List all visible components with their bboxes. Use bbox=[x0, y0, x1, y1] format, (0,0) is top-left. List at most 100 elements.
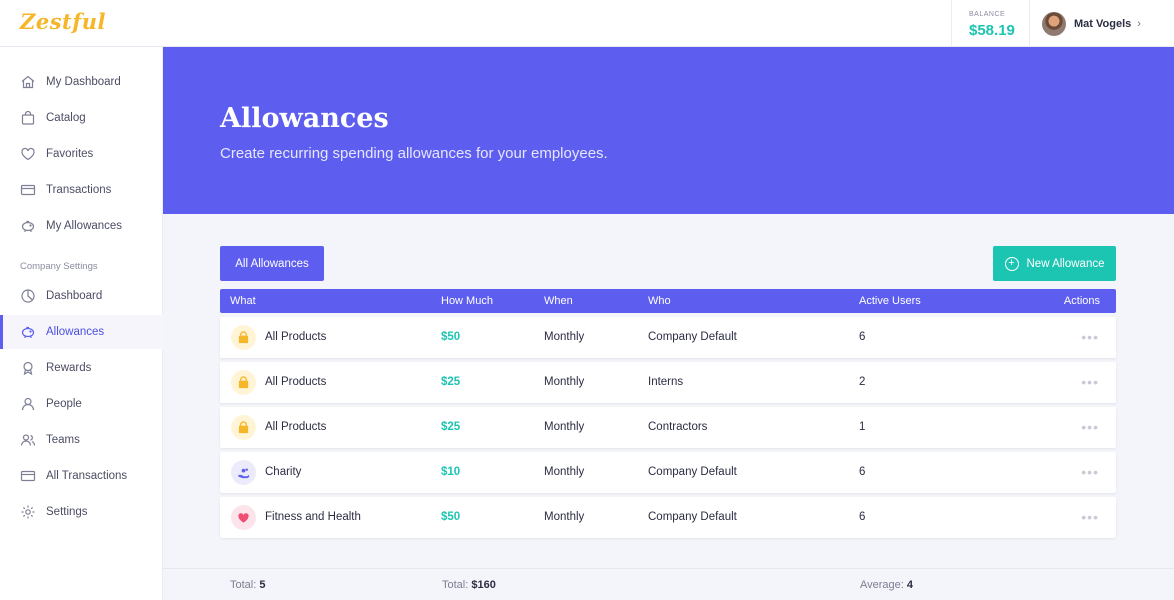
sidebar-item-settings[interactable]: Settings bbox=[0, 495, 163, 529]
shopping-bag-icon bbox=[231, 325, 256, 350]
sidebar-item-label: My Dashboard bbox=[46, 76, 121, 88]
app-logo[interactable]: Zestful bbox=[20, 9, 106, 34]
gear-icon bbox=[20, 504, 36, 520]
sidebar-item-label: Settings bbox=[46, 506, 88, 518]
table-header: What How Much When Who Active Users Acti… bbox=[220, 289, 1116, 313]
heart-icon bbox=[20, 146, 36, 162]
cell-what: Fitness and Health bbox=[265, 511, 361, 523]
more-actions-icon[interactable]: ••• bbox=[1081, 374, 1099, 390]
plus-circle-icon: + bbox=[1004, 256, 1019, 271]
heart-icon bbox=[231, 505, 256, 530]
more-actions-icon[interactable]: ••• bbox=[1081, 329, 1099, 345]
column-header-active-users[interactable]: Active Users bbox=[859, 295, 921, 307]
sidebar-item-rewards[interactable]: Rewards bbox=[0, 351, 163, 385]
cell-when: Monthly bbox=[544, 466, 585, 478]
card-icon bbox=[20, 468, 36, 484]
cell-what: All Products bbox=[265, 331, 327, 343]
sidebar-item-label: Catalog bbox=[46, 112, 86, 124]
cell-when: Monthly bbox=[544, 511, 585, 523]
column-header-actions: Actions bbox=[1063, 295, 1100, 307]
user-name[interactable]: Mat Vogels bbox=[1074, 18, 1131, 30]
table-row[interactable]: Fitness and Health $50 Monthly Company D… bbox=[220, 497, 1116, 538]
cell-active-users: 6 bbox=[859, 466, 866, 478]
table-row[interactable]: Charity $10 Monthly Company Default 6 ••… bbox=[220, 452, 1116, 493]
sidebar-item-allowances[interactable]: Allowances bbox=[0, 315, 163, 349]
sidebar-item-label: Transactions bbox=[46, 184, 112, 196]
sidebar-item-people[interactable]: People bbox=[0, 387, 163, 421]
footer-total-value: 5 bbox=[259, 579, 266, 591]
award-icon bbox=[20, 360, 36, 376]
cell-active-users: 6 bbox=[859, 511, 866, 523]
cell-who: Interns bbox=[648, 376, 684, 388]
footer-average-label: Average: bbox=[860, 579, 904, 591]
more-actions-icon[interactable]: ••• bbox=[1081, 509, 1099, 525]
cell-active-users: 1 bbox=[859, 421, 866, 433]
footer-average-value: 4 bbox=[906, 579, 914, 591]
footer-total-label: Total: bbox=[230, 579, 257, 591]
more-actions-icon[interactable]: ••• bbox=[1081, 419, 1099, 435]
new-allowance-button[interactable]: + New Allowance bbox=[993, 246, 1116, 281]
table-row[interactable]: All Products $50 Monthly Company Default… bbox=[220, 317, 1116, 358]
cell-when: Monthly bbox=[544, 376, 585, 388]
chevron-right-icon[interactable]: › bbox=[1137, 18, 1141, 30]
sidebar-item-dashboard[interactable]: Dashboard bbox=[0, 279, 163, 313]
section-label-company-settings: Company Settings bbox=[20, 261, 98, 272]
cell-who: Company Default bbox=[648, 511, 737, 523]
footer-amount-value: $160 bbox=[471, 579, 496, 591]
page-title: Allowances bbox=[220, 103, 389, 134]
bag-icon bbox=[20, 110, 36, 126]
cell-how-much: $25 bbox=[441, 421, 461, 433]
cell-who: Contractors bbox=[648, 421, 708, 433]
sidebar-item-label: People bbox=[46, 398, 82, 410]
more-actions-icon[interactable]: ••• bbox=[1081, 464, 1099, 480]
piggy-bank-icon bbox=[20, 218, 36, 234]
footer-total-amount: Total: $160 bbox=[442, 579, 496, 591]
cell-who: Company Default bbox=[648, 466, 737, 478]
balance-widget: BALANCE $58.19 bbox=[951, 0, 1030, 47]
sidebar: My Dashboard Catalog Favorites Transacti… bbox=[0, 47, 163, 600]
sidebar-item-label: All Transactions bbox=[46, 470, 128, 482]
cell-how-much: $50 bbox=[441, 331, 461, 343]
hero-banner: Allowances Create recurring spending all… bbox=[163, 47, 1174, 214]
sidebar-item-transactions[interactable]: Transactions bbox=[0, 173, 163, 207]
sidebar-item-all-transactions[interactable]: All Transactions bbox=[0, 459, 163, 493]
avatar[interactable] bbox=[1042, 12, 1066, 36]
new-allowance-label: New Allowance bbox=[1026, 257, 1105, 270]
top-bar: Zestful BALANCE $58.19 Mat Vogels › bbox=[0, 0, 1174, 47]
sidebar-item-teams[interactable]: Teams bbox=[0, 423, 163, 457]
card-icon bbox=[20, 182, 36, 198]
sidebar-item-my-dashboard[interactable]: My Dashboard bbox=[0, 65, 163, 99]
sidebar-item-label: Rewards bbox=[46, 362, 92, 374]
all-allowances-button[interactable]: All Allowances bbox=[220, 246, 324, 281]
cell-when: Monthly bbox=[544, 331, 585, 343]
footer-amount-label: Total: bbox=[442, 579, 469, 591]
cell-active-users: 6 bbox=[859, 331, 866, 343]
balance-label: BALANCE bbox=[969, 11, 1006, 18]
shopping-bag-icon bbox=[231, 370, 256, 395]
cell-when: Monthly bbox=[544, 421, 585, 433]
cell-what: Charity bbox=[265, 466, 302, 478]
column-header-when[interactable]: When bbox=[544, 295, 573, 307]
cell-who: Company Default bbox=[648, 331, 737, 343]
user-icon bbox=[20, 396, 36, 412]
table-row[interactable]: All Products $25 Monthly Interns 2 ••• bbox=[220, 362, 1116, 403]
sidebar-item-label: Dashboard bbox=[46, 290, 103, 302]
table-footer: Total: 5 Total: $160 Average: 4 bbox=[163, 568, 1174, 600]
balance-value: $58.19 bbox=[969, 22, 1015, 39]
sidebar-item-label: Allowances bbox=[46, 326, 105, 338]
cell-active-users: 2 bbox=[859, 376, 866, 388]
sidebar-item-label: Favorites bbox=[46, 148, 94, 160]
user-menu[interactable]: Mat Vogels › bbox=[1042, 12, 1141, 36]
column-header-what[interactable]: What bbox=[230, 295, 256, 307]
sidebar-item-label: Teams bbox=[46, 434, 80, 446]
footer-average: Average: 4 bbox=[860, 579, 913, 591]
column-header-how-much[interactable]: How Much bbox=[441, 295, 493, 307]
column-header-who[interactable]: Who bbox=[648, 295, 671, 307]
sidebar-item-catalog[interactable]: Catalog bbox=[0, 101, 163, 135]
chart-pie-icon bbox=[20, 288, 36, 304]
sidebar-item-favorites[interactable]: Favorites bbox=[0, 137, 163, 171]
sidebar-item-my-allowances[interactable]: My Allowances bbox=[0, 209, 163, 243]
cell-what: All Products bbox=[265, 421, 327, 433]
team-icon bbox=[20, 432, 36, 448]
table-row[interactable]: All Products $25 Monthly Contractors 1 •… bbox=[220, 407, 1116, 448]
